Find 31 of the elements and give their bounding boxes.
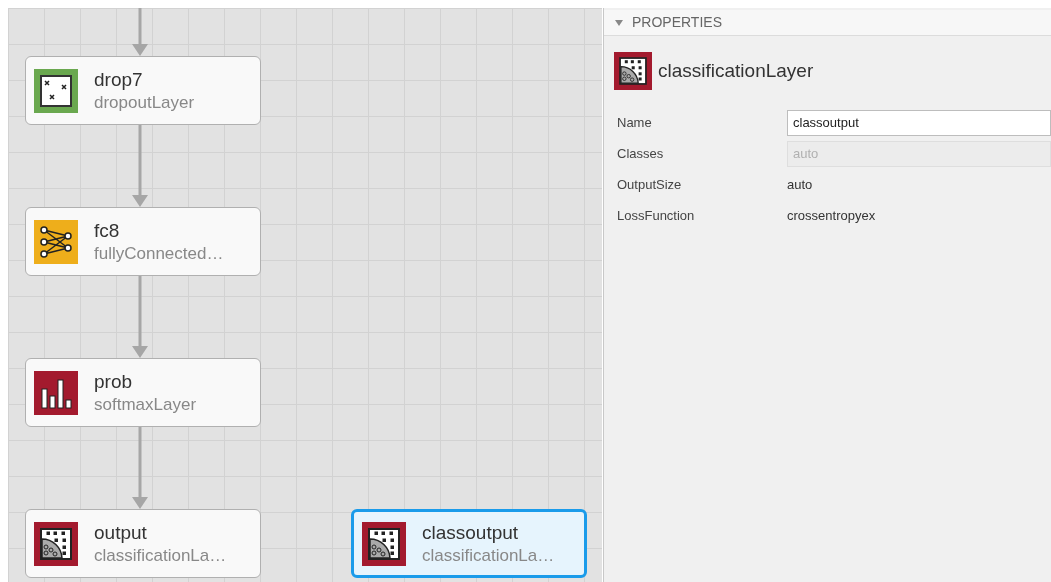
layer-type: fullyConnected… <box>94 242 224 264</box>
layer-name: drop7 <box>94 68 144 92</box>
property-value: auto <box>787 175 813 194</box>
classification-icon <box>362 521 406 566</box>
layer-name: fc8 <box>94 219 121 243</box>
dropout-icon <box>34 68 78 113</box>
layer-node[interactable]: prob softmaxLayer <box>25 358 261 427</box>
property-label: OutputSize <box>617 175 683 194</box>
collapse-caret-icon[interactable] <box>614 18 624 27</box>
layer-type: dropoutLayer <box>94 91 195 113</box>
property-label: Name <box>617 113 653 132</box>
layer-name: prob <box>94 370 134 394</box>
layer-type-title: classificationLayer <box>658 58 814 83</box>
layer-type: classificationLa… <box>94 544 227 566</box>
layer-name: classoutput <box>422 521 520 545</box>
network-icon <box>34 219 78 264</box>
property-label: Classes <box>617 144 665 163</box>
layer-name: output <box>94 521 148 545</box>
layer-node[interactable]: classoutput classificationLa… <box>351 509 587 578</box>
layer-node[interactable]: output classificationLa… <box>25 509 261 578</box>
layer-node[interactable]: drop7 dropoutLayer <box>25 56 261 125</box>
bar-chart-icon <box>34 370 78 415</box>
layer-node[interactable]: fc8 fullyConnected… <box>25 207 261 276</box>
classification-icon <box>614 52 652 90</box>
property-input[interactable]: classoutput <box>787 109 1051 136</box>
layer-type: softmaxLayer <box>94 393 197 415</box>
property-label: LossFunction <box>617 206 696 225</box>
property-value: crossentropyex <box>787 206 876 225</box>
section-header: PROPERTIES <box>632 13 722 32</box>
layer-type: classificationLa… <box>422 544 555 566</box>
classification-icon <box>34 521 78 566</box>
